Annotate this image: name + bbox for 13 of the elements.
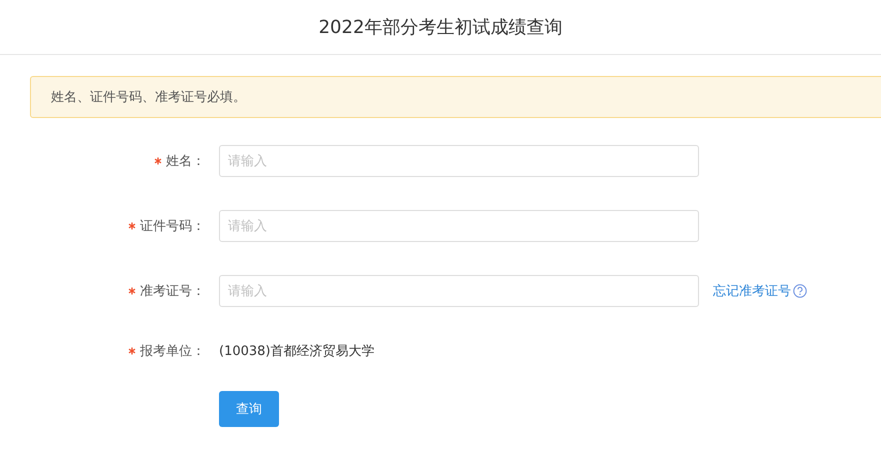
help-icon[interactable] — [793, 284, 807, 298]
field-value: (10038)首都经济贸易大学 — [219, 343, 374, 360]
field-label: 姓名： — [166, 153, 205, 170]
input-field[interactable]: 请输入 — [219, 275, 699, 307]
forgot-link[interactable]: 忘记准考证号 — [713, 282, 791, 300]
input-field[interactable]: 请输入 — [219, 145, 699, 177]
query-button[interactable]: 查询 — [219, 391, 279, 427]
page-title: 2022年部分考生初试成绩查询 — [318, 16, 562, 39]
field-label: 报考单位： — [140, 343, 205, 360]
alert-text: 姓名、证件号码、准考证号必填。 — [51, 89, 246, 106]
input-field[interactable]: 请输入 — [219, 210, 699, 242]
field-label: 准考证号： — [140, 283, 205, 300]
field-label: 证件号码： — [140, 218, 205, 235]
